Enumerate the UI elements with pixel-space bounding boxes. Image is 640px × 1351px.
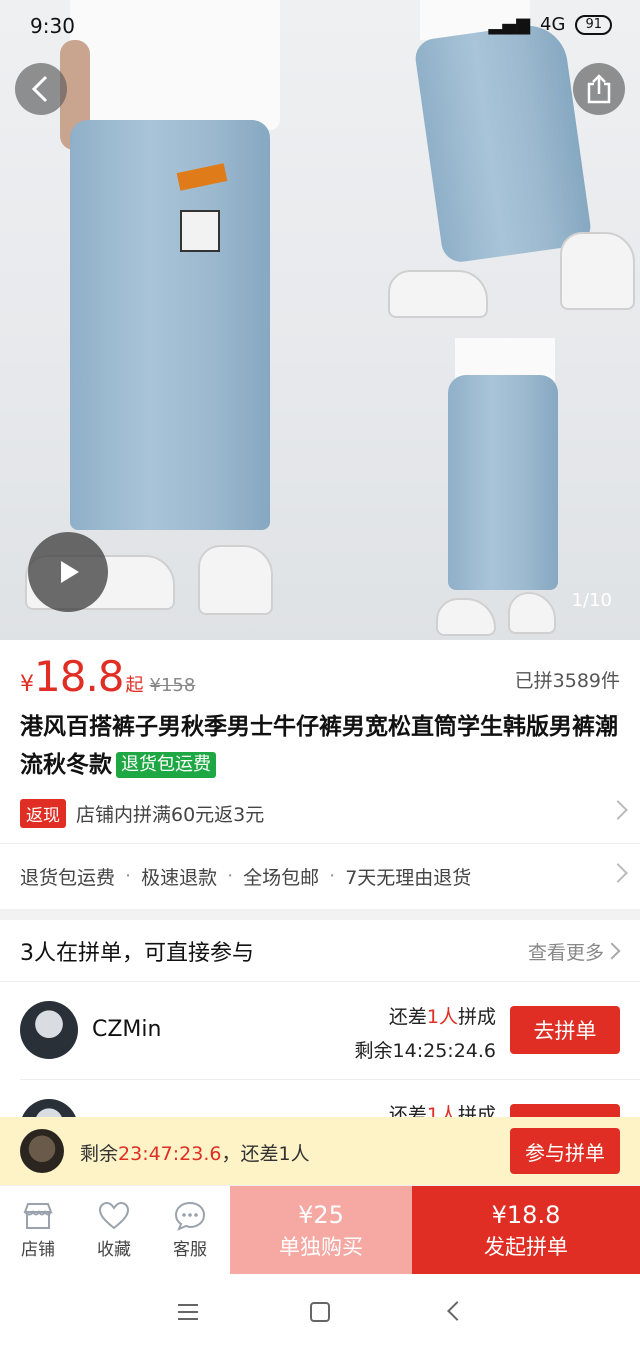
divider [0,843,640,844]
guarantee-item: 极速退款 [141,866,218,889]
shoe-back-left-graphic [436,598,496,636]
group-buy-header: 3人在拼单，可直接参与 [20,941,254,966]
shoe-back-right-graphic [508,592,556,634]
group-time-left: 剩余14:25:24.6 [355,1036,496,1063]
product-title: 港风百搭裤子男秋季男士牛仔裤男宽松直筒学生韩版男裤潮流秋冬款 退货包运费 [20,708,620,784]
group-price: ¥18.8 [491,1200,561,1229]
sold-count: 已拼3589件 [514,670,620,692]
play-video-button[interactable] [28,532,108,612]
favorite-button[interactable]: 收藏 [76,1186,152,1275]
jeans-side-graphic [413,20,593,265]
chevron-left-icon [31,75,48,103]
need-suffix: 拼成 [457,1104,496,1117]
battery-icon: 91 [575,14,612,35]
dot-separator: · [329,865,336,887]
group-need-text: 还差1人拼成 [389,1100,496,1117]
status-bar: 9:30 ▂▄▆ 4G 91 [0,0,640,52]
bottom-action-bar: 店铺 收藏 客服 ¥25 单独购买 ¥18.8 发起拼单 [0,1185,640,1275]
share-button[interactable] [573,63,625,115]
group-user-name: CZMin [92,1017,162,1042]
dot-separator: · [125,865,132,887]
reminder-time: 23:47:23.6 [118,1143,222,1165]
customer-service-button[interactable]: 客服 [152,1186,228,1275]
cashback-tag: 返现 [20,798,66,828]
store-icon [23,1203,53,1229]
price-suffix: 起 [125,675,144,696]
guarantee-item: 7天无理由退货 [345,866,472,889]
status-time: 9:30 [30,14,75,38]
view-more-link[interactable]: 查看更多 [528,938,604,965]
join-group-button[interactable]: 去拼单 [510,1006,620,1054]
original-price: ¥158 [149,675,196,696]
store-label: 店铺 [21,1240,55,1260]
join-group-button[interactable] [510,1104,620,1117]
need-count: 1人 [426,1006,458,1028]
jeans-front-graphic [70,120,270,530]
system-nav-bar [0,1274,640,1351]
menu-icon[interactable] [178,1304,198,1320]
reminder-suffix: ，还差1人 [221,1143,310,1165]
price-row: ¥ 18.8 起 ¥158 [20,652,195,701]
signal-icon: ▂▄▆ [488,14,531,35]
buy-alone-label: 单独购买 [279,1234,363,1259]
time-left-value: 14:25:24.6 [392,1040,496,1062]
shoe-side-left-graphic [388,270,488,318]
guarantee-item: 退货包运费 [20,866,116,889]
group-row: 还差1人拼成 [0,1080,640,1117]
back-button[interactable] [15,63,67,115]
share-icon [587,74,611,104]
free-return-badge: 退货包运费 [116,752,216,778]
join-group-button[interactable]: 参与拼单 [510,1128,620,1174]
buy-alone-button[interactable]: ¥25 单独购买 [230,1186,412,1275]
group-row: CZMin 还差1人拼成 剩余14:25:24.6 去拼单 [0,982,640,1080]
group-label: 发起拼单 [484,1234,568,1259]
price-value: 18.8 [34,652,125,701]
need-prefix: 还差 [388,1006,427,1028]
group-need-text: 还差1人拼成 [389,1002,496,1029]
service-label: 客服 [173,1240,207,1260]
promo-row[interactable]: 返现 店铺内拼满60元返3元 [20,797,628,829]
avatar [20,1129,64,1173]
chevron-right-icon [608,863,628,883]
jeans-label-graphic [180,210,220,252]
home-icon[interactable] [310,1302,330,1322]
chevron-right-icon [608,800,628,820]
time-left-label: 剩余 [354,1040,393,1062]
reminder-text: 剩余23:47:23.6，还差1人 [80,1139,310,1166]
guarantee-item: 全场包邮 [243,866,320,889]
image-counter: 1/10 [571,590,612,611]
shoe-side-right-graphic [560,232,635,310]
guarantee-row[interactable]: 退货包运费 · 极速退款 · 全场包邮 · 7天无理由退货 [20,860,628,892]
store-button[interactable]: 店铺 [0,1186,76,1275]
jeans-back-graphic [448,375,558,590]
need-count: 1人 [426,1104,458,1117]
favorite-label: 收藏 [97,1240,131,1260]
status-icons: ▂▄▆ 4G 91 [489,14,612,35]
chat-icon [174,1201,206,1231]
reminder-prefix: 剩余 [80,1143,119,1165]
network-label: 4G [540,14,566,35]
buy-alone-price: ¥25 [298,1200,344,1229]
dot-separator: · [227,865,234,887]
shoe-right-graphic [198,545,273,615]
chevron-right-icon [603,942,621,960]
group-reminder-bar: 剩余23:47:23.6，还差1人 参与拼单 [0,1117,640,1185]
avatar [20,1001,78,1059]
promo-text: 店铺内拼满60元返3元 [76,803,265,826]
start-group-button[interactable]: ¥18.8 发起拼单 [412,1186,640,1275]
heart-icon [98,1201,130,1230]
product-page: 9:30 ▂▄▆ 4G 91 1/10 ¥ 18.8 起 ¥158 已拼3589… [0,0,640,1351]
avatar [20,1099,78,1117]
product-title-text: 港风百搭裤子男秋季男士牛仔裤男宽松直筒学生韩版男裤潮流秋冬款 [20,714,618,778]
play-icon [61,561,79,583]
need-suffix: 拼成 [457,1006,496,1028]
need-prefix: 还差 [388,1104,427,1117]
section-divider [0,909,640,920]
price-currency: ¥ [20,672,34,697]
back-icon[interactable] [447,1301,467,1321]
